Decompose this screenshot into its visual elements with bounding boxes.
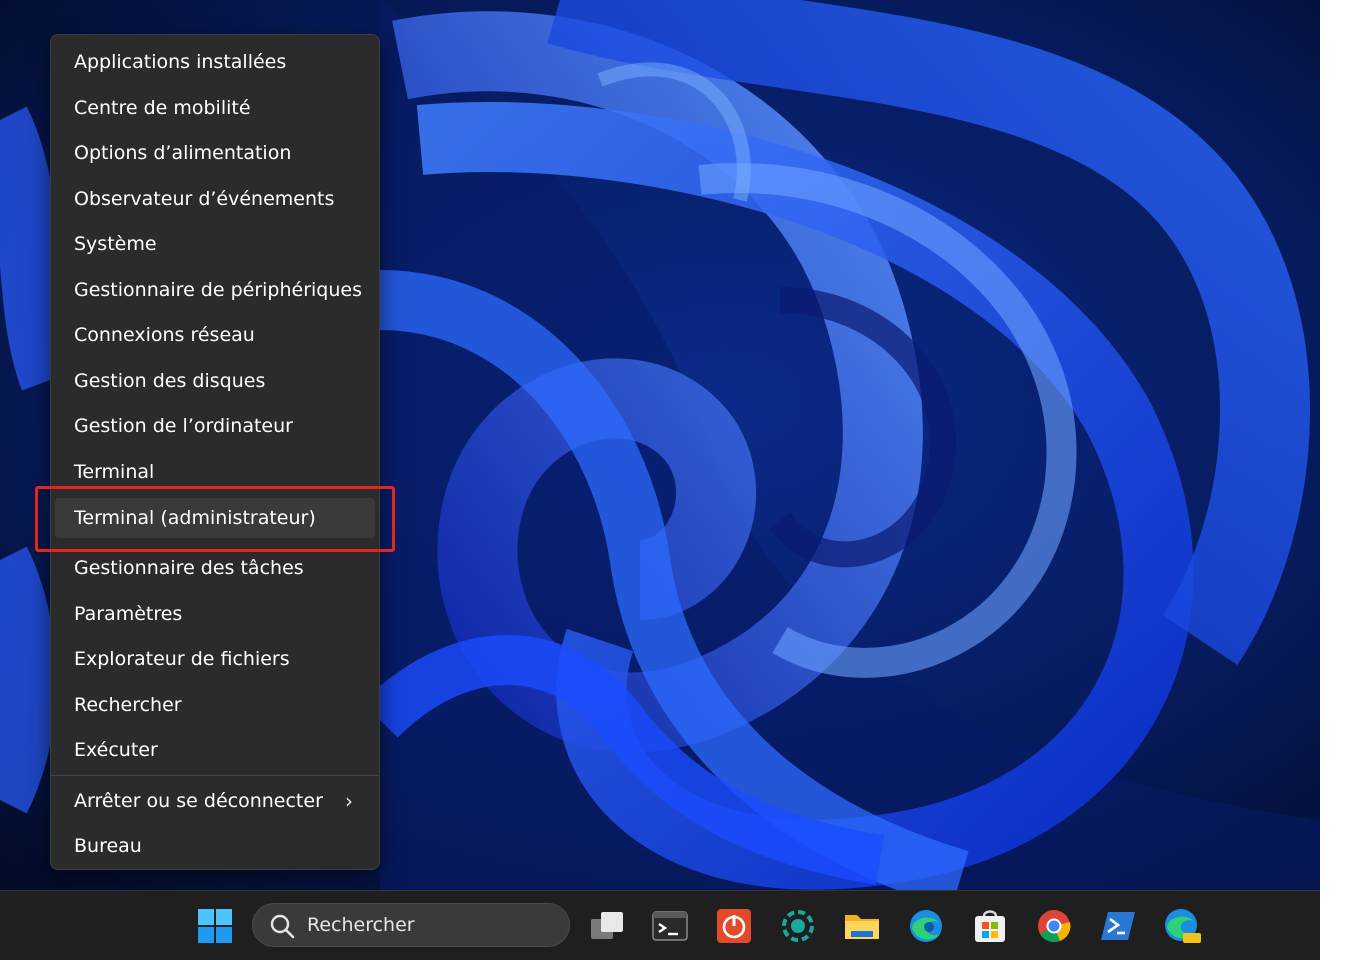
- menu-item-settings[interactable]: Paramètres: [55, 594, 375, 634]
- task-view-icon: [591, 912, 623, 939]
- start-icon: [198, 909, 232, 943]
- store-icon: [975, 910, 1005, 942]
- menu-item-label: Terminal: [74, 461, 155, 483]
- edge-canary-button[interactable]: [1161, 905, 1203, 947]
- menu-item-shutdown-signout[interactable]: Arrêter ou se déconnecter ›: [55, 781, 375, 821]
- menu-item-run[interactable]: Exécuter: [55, 730, 375, 770]
- menu-item-label: Observateur d’événements: [74, 188, 335, 210]
- powershell-button[interactable]: [1097, 905, 1139, 947]
- menu-item-event-viewer[interactable]: Observateur d’événements: [55, 179, 375, 219]
- menu-item-label: Options d’alimentation: [74, 142, 292, 164]
- menu-item-system[interactable]: Système: [55, 224, 375, 264]
- edge-button[interactable]: [905, 905, 947, 947]
- taskbar-search-box[interactable]: Rechercher: [252, 903, 570, 947]
- menu-item-label: Applications installées: [74, 51, 287, 73]
- menu-item-network-connections[interactable]: Connexions réseau: [55, 315, 375, 355]
- taskbar: Rechercher: [0, 890, 1320, 960]
- menu-item-label: Bureau: [74, 835, 142, 857]
- edge-icon: [910, 910, 942, 942]
- power-app-icon: [717, 909, 751, 943]
- chrome-button[interactable]: [1033, 905, 1075, 947]
- menu-item-label: Connexions réseau: [74, 324, 255, 346]
- edge-canary-icon: [1165, 909, 1201, 943]
- menu-item-desktop[interactable]: Bureau: [55, 826, 375, 866]
- ring-app-button[interactable]: [777, 905, 819, 947]
- menu-item-task-manager[interactable]: Gestionnaire des tâches: [55, 548, 375, 588]
- menu-item-label: Gestionnaire des tâches: [74, 557, 304, 579]
- menu-item-label: Gestion de l’ordinateur: [74, 415, 293, 437]
- menu-item-device-manager[interactable]: Gestionnaire de périphériques: [55, 270, 375, 310]
- menu-separator: [51, 775, 379, 776]
- chrome-icon: [1038, 910, 1071, 943]
- desktop: Applications installées Centre de mobili…: [0, 0, 1320, 960]
- menu-item-mobility-center[interactable]: Centre de mobilité: [55, 88, 375, 128]
- terminal-icon: [652, 911, 688, 941]
- menu-item-label: Paramètres: [74, 603, 183, 625]
- highlight-annotation-box: [35, 486, 395, 552]
- menu-item-label: Explorateur de fichiers: [74, 648, 290, 670]
- menu-item-installed-apps[interactable]: Applications installées: [55, 42, 375, 82]
- chevron-right-icon: ›: [345, 789, 353, 813]
- menu-item-label: Gestion des disques: [74, 370, 266, 392]
- search-label: Rechercher: [307, 914, 415, 936]
- search-icon: [270, 914, 295, 939]
- menu-item-computer-management[interactable]: Gestion de l’ordinateur: [55, 406, 375, 446]
- powershell-icon: [1101, 912, 1135, 940]
- file-explorer-icon: [845, 915, 879, 939]
- menu-item-search[interactable]: Rechercher: [55, 685, 375, 725]
- menu-item-file-explorer[interactable]: Explorateur de fichiers: [55, 639, 375, 679]
- start-button[interactable]: [194, 905, 236, 947]
- menu-item-label: Gestionnaire de périphériques: [74, 279, 362, 301]
- ring-app-icon: [782, 910, 814, 942]
- winx-context-menu: Applications installées Centre de mobili…: [50, 34, 380, 870]
- store-button[interactable]: [969, 905, 1011, 947]
- power-app-button[interactable]: [713, 905, 755, 947]
- task-view-button[interactable]: [586, 905, 628, 947]
- menu-item-label: Arrêter ou se déconnecter: [74, 790, 323, 812]
- menu-item-label: Centre de mobilité: [74, 97, 251, 119]
- file-explorer-button[interactable]: [841, 905, 883, 947]
- menu-item-label: Rechercher: [74, 694, 182, 716]
- menu-item-disk-management[interactable]: Gestion des disques: [55, 361, 375, 401]
- terminal-taskbar-button[interactable]: [649, 905, 691, 947]
- menu-item-label: Système: [74, 233, 157, 255]
- menu-item-power-options[interactable]: Options d’alimentation: [55, 133, 375, 173]
- menu-item-label: Exécuter: [74, 739, 158, 761]
